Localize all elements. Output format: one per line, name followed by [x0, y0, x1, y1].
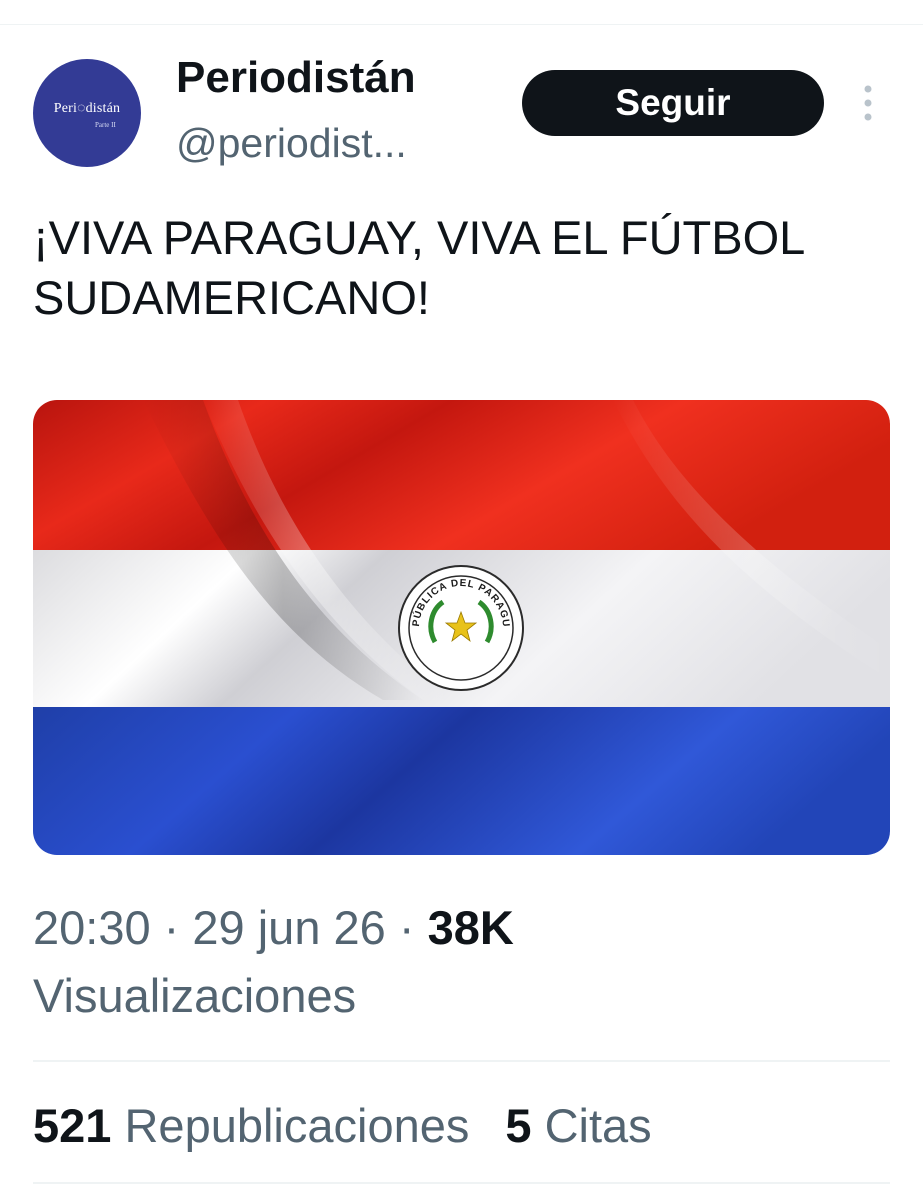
- views-count: 38K: [427, 901, 514, 954]
- quotes-link[interactable]: 5 Citas: [505, 1099, 651, 1152]
- follow-button[interactable]: Seguir: [522, 70, 824, 136]
- avatar-logo-subtitle: Parte II: [95, 121, 116, 129]
- quotes-label: Citas: [544, 1099, 652, 1152]
- tweet-date[interactable]: 29 jun 26: [192, 901, 385, 954]
- tweet-media-flag-image[interactable]: REPÚBLICA DEL PARAGUAY: [33, 400, 890, 855]
- tweet-meta-line: 20:30 · 29 jun 26 · 38K: [33, 898, 514, 958]
- engagement-stats: 521 Republicaciones 5 Citas: [33, 1096, 652, 1156]
- reposts-label: Republicaciones: [124, 1099, 470, 1152]
- tweet-time[interactable]: 20:30: [33, 901, 151, 954]
- author-handle[interactable]: @periodist...: [176, 118, 407, 168]
- views-label: Visualizaciones: [33, 969, 357, 1022]
- more-vertical-icon[interactable]: [858, 84, 878, 122]
- divider: [33, 1060, 890, 1062]
- tweet-text: ¡VIVA PARAGUAY, VIVA EL FÚTBOL SUDAMERIC…: [33, 211, 804, 324]
- avatar-logo-text: Peri◌distán: [53, 101, 121, 116]
- divider-bottom: [33, 1182, 890, 1184]
- top-divider: [0, 24, 923, 25]
- reposts-count: 521: [33, 1099, 112, 1152]
- flag-seal: REPÚBLICA DEL PARAGUAY: [398, 565, 524, 691]
- author-display-name[interactable]: Periodistán: [176, 52, 416, 104]
- flag-blue-stripe: [33, 707, 890, 855]
- quotes-count: 5: [505, 1099, 532, 1152]
- meta-separator: ·: [150, 901, 193, 954]
- reposts-link[interactable]: 521 Republicaciones: [33, 1099, 469, 1152]
- meta-separator-2: ·: [385, 901, 428, 954]
- avatar[interactable]: Peri◌distán Parte II: [33, 59, 141, 167]
- follow-button-label: Seguir: [615, 82, 731, 123]
